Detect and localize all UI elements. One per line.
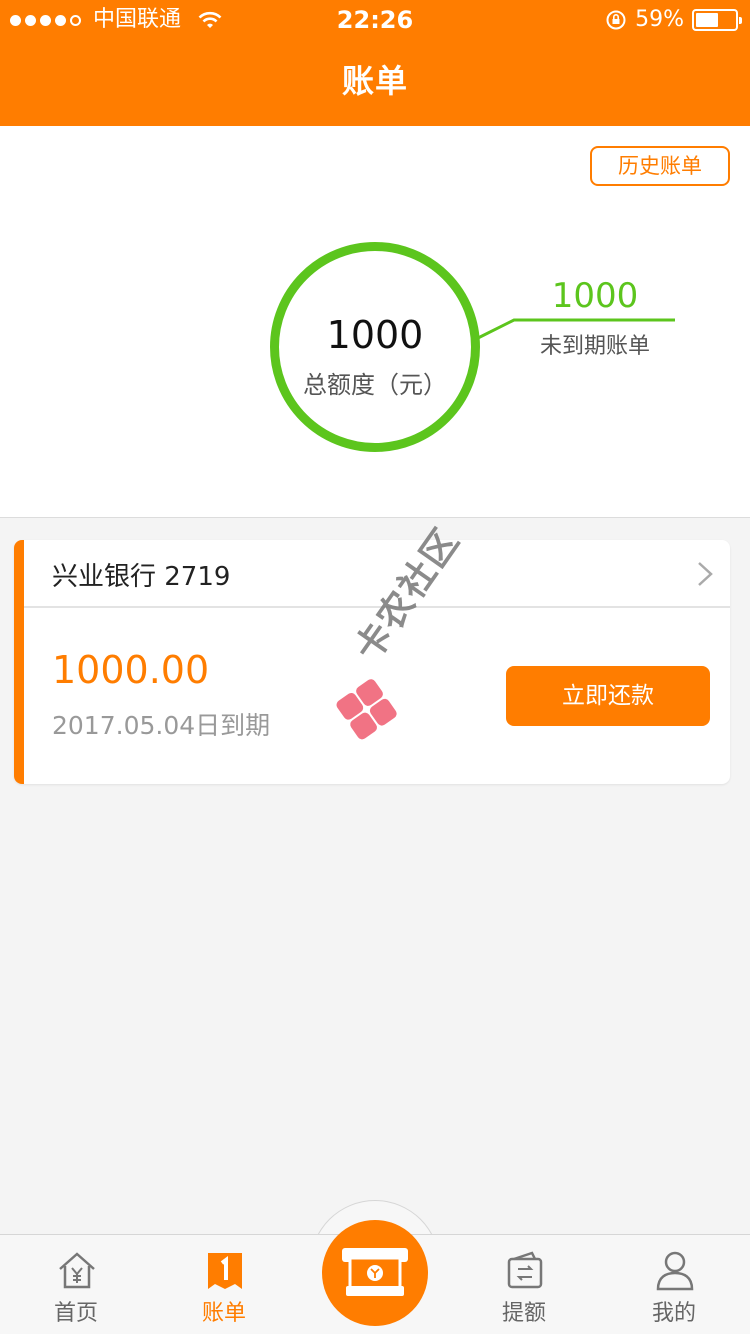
bank-name: 兴业银行 2719 [52, 562, 231, 592]
card-accent-bar [14, 540, 24, 784]
tab-quota[interactable]: 提额 [464, 1235, 584, 1334]
chevron-right-icon [698, 562, 713, 586]
unexpired-bill-value: 1000 [551, 276, 639, 316]
status-right: 59% [605, 0, 742, 40]
tab-bill[interactable]: 账单 [164, 1235, 284, 1334]
tab-home[interactable]: 首页 [16, 1235, 136, 1334]
battery-percent: 59% [635, 7, 684, 32]
total-quota-label: 总额度（元） [303, 371, 447, 399]
bill-icon [208, 1253, 242, 1289]
tab-mine-label: 我的 [651, 1301, 696, 1326]
status-bar: 中国联通 22:26 59% [0, 0, 750, 40]
cash-icon [342, 1248, 408, 1296]
tab-home-label: 首页 [53, 1301, 98, 1326]
center-cash-button[interactable] [322, 1220, 428, 1326]
top-bar: 中国联通 22:26 59% 账单 [0, 0, 750, 126]
rotation-lock-icon [606, 10, 626, 30]
unexpired-bill-label: 未到期账单 [539, 334, 650, 359]
bill-amount: 1000.00 [52, 648, 210, 692]
home-yen-icon [59, 1252, 95, 1289]
tab-bill-label: 账单 [201, 1301, 246, 1326]
total-quota-value: 1000 [326, 313, 424, 357]
total-quota-ring: 1000 总额度（元） [270, 242, 480, 452]
history-bills-button[interactable]: 历史账单 [590, 146, 730, 186]
tab-mine[interactable]: 我的 [614, 1235, 734, 1334]
page-title: 账单 [341, 62, 408, 100]
battery-fill [696, 13, 719, 27]
repay-now-button[interactable]: 立即还款 [506, 666, 710, 726]
bill-due-date: 2017.05.04日到期 [52, 711, 271, 740]
bill-summary: 历史账单 1000 总额度（元） 1000 未到期账单 [0, 126, 750, 518]
battery-icon [692, 9, 742, 31]
person-icon [656, 1251, 694, 1291]
tab-quota-label: 提额 [501, 1301, 546, 1326]
wallet-icon [507, 1251, 543, 1289]
